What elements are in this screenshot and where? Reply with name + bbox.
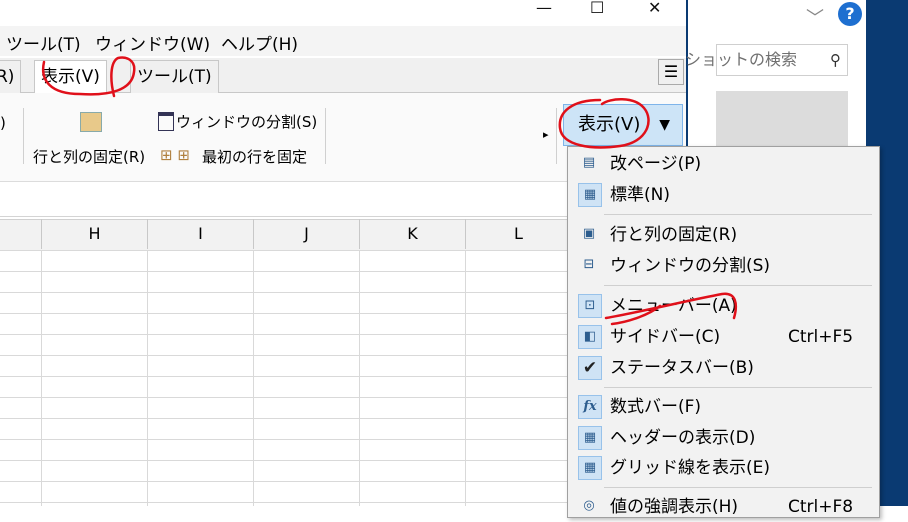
menu-item-menubar[interactable]: ⊡ メニューバー(A) (568, 291, 879, 321)
ribbon-separator (556, 108, 557, 164)
title-bar (0, 0, 686, 24)
freeze-rows-cols-button[interactable]: 行と列の固定(R) (33, 146, 145, 167)
menu-window[interactable]: ウィンドウ(W) (95, 30, 210, 55)
checkmark-icon: ✔ (578, 356, 602, 380)
grid-line (147, 250, 148, 506)
menu-item-shortcut: Ctrl+F5 (788, 327, 854, 347)
grid-line (253, 250, 254, 506)
menu-item-label: メニューバー(A) (610, 296, 737, 316)
freeze-first-row-icon: ⊞ ⊞ (160, 146, 190, 164)
menu-item-label: サイドバー(C) (610, 327, 721, 347)
normal-view-icon: ▦ (578, 183, 602, 207)
menu-separator (604, 387, 872, 388)
fx-icon: fx (578, 395, 602, 419)
menu-separator (604, 487, 872, 488)
tab-view[interactable]: 表示(V) (34, 60, 107, 94)
menu-item-normal[interactable]: ▦ 標準(N) (568, 180, 879, 210)
tab-partial[interactable]: R) (0, 60, 22, 93)
sidebar-icon: ◧ (578, 325, 602, 349)
ribbon-more-icon[interactable]: ▸ (543, 128, 549, 141)
menu-item-label: ステータスバー(B) (610, 358, 754, 378)
grid-line (41, 250, 42, 506)
menu-item-shortcut: Ctrl+F8 (788, 497, 854, 517)
menu-item-label: グリッド線を表示(E) (610, 458, 771, 478)
maximize-icon[interactable]: ☐ (590, 0, 604, 17)
menu-item-label: 標準(N) (610, 185, 670, 205)
split-window-icon: ⊟ (583, 257, 595, 272)
ribbon-separator (325, 108, 326, 164)
menu-separator (604, 285, 872, 286)
menu-item-label: 行と列の固定(R) (610, 225, 738, 245)
menu-item-statusbar[interactable]: ✔ ステータスバー(B) (568, 353, 879, 383)
search-icon[interactable]: ⚲ (830, 45, 841, 75)
split-window-icon (158, 112, 174, 131)
menu-item-gridlines[interactable]: ▦ グリッド線を表示(E) (568, 453, 879, 483)
minimize-icon[interactable]: — (536, 0, 552, 17)
menu-item-label: ヘッダーの表示(D) (610, 428, 756, 448)
column-header[interactable]: J (254, 219, 360, 249)
grid-line (359, 250, 360, 506)
search-placeholder: ショットの検索 (685, 50, 798, 69)
dropdown-arrow-icon: ▼ (659, 117, 670, 133)
menu-item-page-break[interactable]: ▤ 改ページ(P) (568, 149, 879, 179)
help-icon[interactable]: ? (838, 2, 862, 26)
menu-separator (604, 214, 872, 215)
menu-item-label: ウィンドウの分割(S) (610, 256, 771, 276)
menu-item-sidebar[interactable]: ◧ サイドバー(C) Ctrl+F5 (568, 322, 879, 352)
page-break-icon: ▤ (582, 155, 596, 170)
freeze-rows-cols-icon: ▣ (582, 226, 596, 241)
chevron-down-icon[interactable]: ﹀ (806, 4, 824, 30)
search-input[interactable]: ショットの検索 ⚲ (685, 44, 848, 76)
menu-help[interactable]: ヘルプ(H) (221, 30, 298, 55)
column-header[interactable]: K (360, 219, 466, 249)
column-header[interactable]: I (148, 219, 254, 249)
grid-line (465, 250, 466, 506)
menu-item-split-window[interactable]: ⊟ ウィンドウの分割(S) (568, 251, 879, 281)
menu-tools[interactable]: ツール(T) (6, 30, 81, 55)
freeze-rows-cols-icon (80, 112, 102, 132)
split-window-button[interactable]: ウィンドウの分割(S) (176, 111, 317, 132)
column-header-partial[interactable] (0, 219, 42, 249)
view-dropdown-menu: ▤ 改ページ(P) ▦ 標準(N) ▣ 行と列の固定(R) ⊟ ウィンドウの分割… (567, 146, 880, 518)
column-header[interactable]: H (42, 219, 148, 249)
menu-item-freeze[interactable]: ▣ 行と列の固定(R) (568, 220, 879, 250)
menu-item-label: 改ページ(P) (610, 154, 702, 174)
gridlines-icon: ▦ (578, 456, 602, 480)
tab-tools[interactable]: ツール(T) (130, 60, 219, 93)
freeze-first-row-button[interactable]: 最初の行を固定 (202, 146, 307, 167)
menu-item-formula-bar[interactable]: fx 数式バー(F) (568, 392, 879, 422)
thumbnail-placeholder (716, 91, 848, 151)
highlight-values-icon: ◎ (583, 498, 595, 513)
menu-item-label: 値の強調表示(H) (610, 497, 739, 517)
column-header[interactable]: L (466, 219, 572, 249)
view-button-label: 表示(V) (578, 114, 641, 135)
ribbon-partial: ) (0, 114, 6, 132)
menu-item-headers[interactable]: ▦ ヘッダーの表示(D) (568, 423, 879, 453)
menubar-icon: ⊡ (578, 294, 602, 318)
view-dropdown-button[interactable]: 表示(V) ▼ (563, 104, 683, 146)
menu-item-label: 数式バー(F) (610, 397, 702, 417)
hamburger-menu-icon[interactable]: ☰ (658, 59, 684, 85)
menu-item-highlight-values[interactable]: ◎ 値の強調表示(H) Ctrl+F8 (568, 492, 879, 522)
ribbon-separator (23, 108, 24, 164)
close-icon[interactable]: ✕ (648, 0, 661, 17)
headers-icon: ▦ (578, 426, 602, 450)
